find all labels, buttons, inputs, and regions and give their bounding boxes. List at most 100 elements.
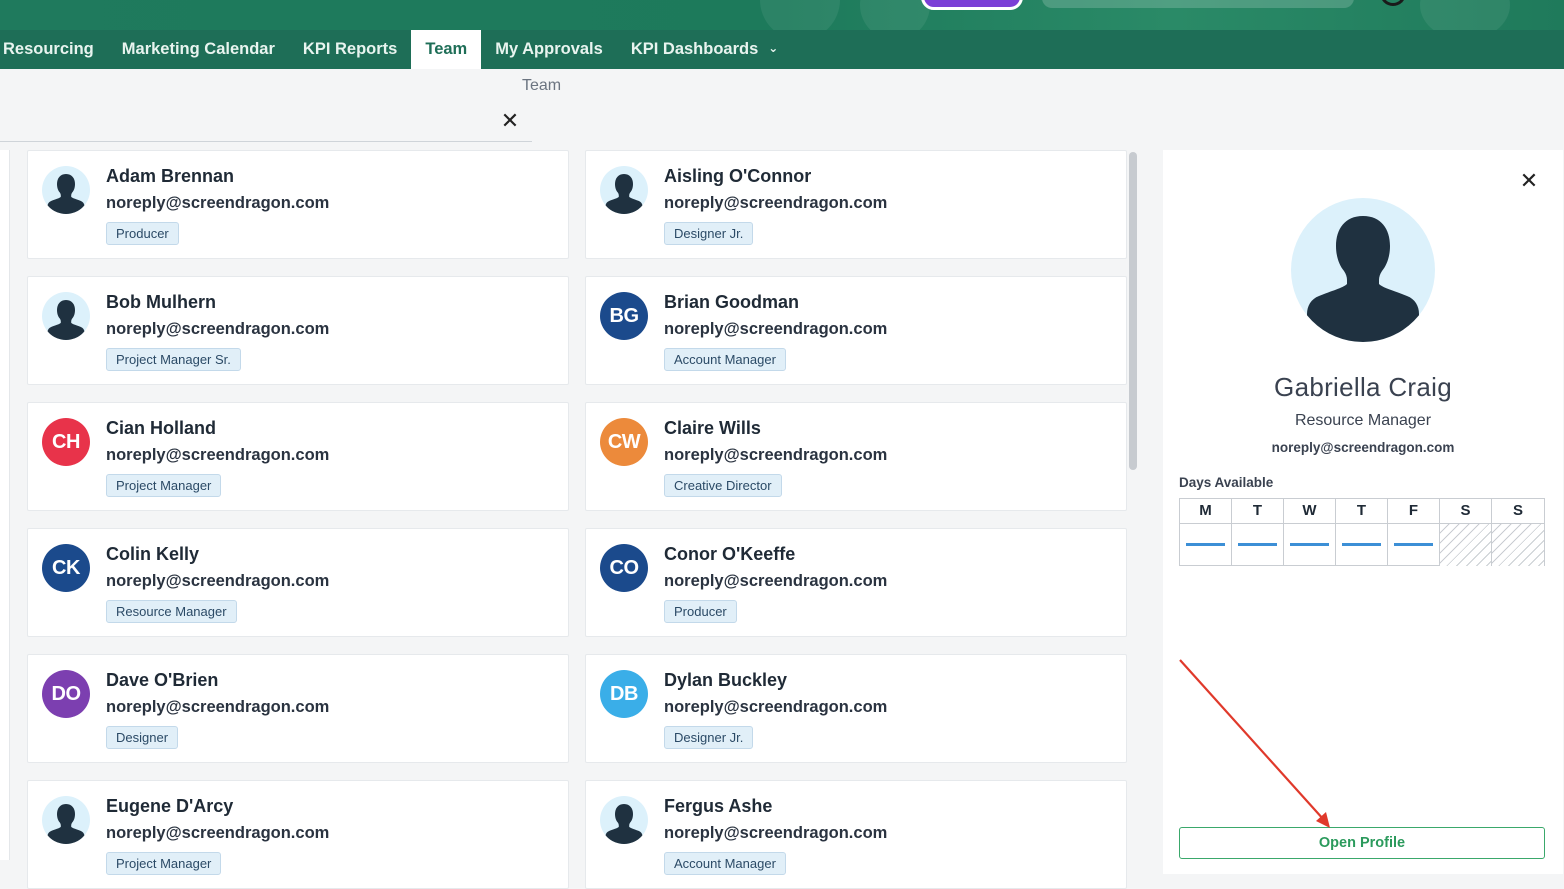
- avatar: CH: [42, 418, 90, 466]
- nav-item-label: Team: [425, 40, 468, 58]
- team-member-card[interactable]: BG Brian Goodman noreply@screendragon.com A…: [585, 276, 1127, 385]
- decor-bubble: [860, 0, 930, 30]
- member-email: noreply@screendragon.com: [106, 446, 330, 464]
- close-icon[interactable]: ✕: [499, 110, 521, 132]
- team-member-card[interactable]: DB Dylan Buckley noreply@screendragon.com D…: [585, 654, 1127, 763]
- team-member-card[interactable]: Bob Mulhern noreply@screendragon.com Proje…: [27, 276, 569, 385]
- team-member-card[interactable]: Eugene D'Arcy noreply@screendragon.com Pro…: [27, 780, 569, 889]
- nav-item-label: My Approvals: [495, 40, 603, 58]
- avatar: [600, 166, 648, 214]
- day-cell-available: [1232, 524, 1284, 566]
- team-member-card[interactable]: Aisling O'Connor noreply@screendragon.com…: [585, 150, 1127, 259]
- member-name: Eugene D'Arcy: [106, 796, 234, 816]
- days-available-label: Days Available: [1179, 475, 1274, 490]
- avatar: [42, 166, 90, 214]
- avatar: [600, 796, 648, 844]
- profile-panel: ✕ Gabriella Craig Resource Manager norep…: [1163, 150, 1563, 874]
- team-member-card[interactable]: CK Colin Kelly noreply@screendragon.com Res…: [27, 528, 569, 637]
- avatar: CW: [600, 418, 648, 466]
- person-silhouette-icon: [1307, 216, 1419, 342]
- team-member-card[interactable]: CH Cian Holland noreply@screendragon.com Pr…: [27, 402, 569, 511]
- member-name: Conor O'Keeffe: [664, 544, 796, 564]
- role-badge: Designer: [106, 726, 179, 749]
- avatar: DB: [600, 670, 648, 718]
- availability-bar: [1290, 543, 1329, 546]
- member-email: noreply@screendragon.com: [664, 572, 888, 590]
- decor-bubble: [760, 0, 840, 30]
- role-badge: Producer: [106, 222, 179, 245]
- global-search-input[interactable]: [1042, 0, 1354, 8]
- filter-input[interactable]: [0, 141, 532, 142]
- member-name: Dylan Buckley: [664, 670, 788, 690]
- member-email: noreply@screendragon.com: [106, 698, 330, 716]
- role-badge: Designer Jr.: [664, 726, 754, 749]
- role-badge: Project Manager: [106, 852, 222, 875]
- nav-item-marketing-calendar[interactable]: Marketing Calendar: [108, 30, 289, 69]
- day-cell-unavailable: [1440, 524, 1492, 566]
- main-nav: Resourcing Marketing Calendar KPI Report…: [0, 30, 1564, 69]
- avatar: BG: [600, 292, 648, 340]
- role-badge: Producer: [664, 600, 737, 623]
- member-email: noreply@screendragon.com: [664, 698, 888, 716]
- day-cell-available: [1336, 524, 1388, 566]
- nav-item-my-approvals[interactable]: My Approvals: [481, 30, 617, 69]
- avatar: [42, 292, 90, 340]
- day-header: W: [1284, 499, 1336, 524]
- nav-item-kpi-dashboards[interactable]: KPI Dashboards ⌄: [617, 30, 793, 69]
- role-badge: Account Manager: [664, 348, 786, 371]
- day-header: S: [1440, 499, 1492, 524]
- day-cell-available: [1284, 524, 1336, 566]
- day-header: F: [1388, 499, 1440, 524]
- days-available-grid: MTWTFSS: [1179, 498, 1545, 566]
- profile-avatar: [1291, 198, 1435, 342]
- member-name: Adam Brennan: [106, 166, 235, 186]
- avatar: [42, 796, 90, 844]
- member-email: noreply@screendragon.com: [106, 824, 330, 842]
- nav-item-resourcing[interactable]: Resourcing: [0, 30, 108, 69]
- member-name: Aisling O'Connor: [664, 166, 812, 186]
- header-action-button[interactable]: [921, 0, 1023, 10]
- breadcrumb: Team: [522, 77, 562, 94]
- day-cell-available: [1180, 524, 1232, 566]
- nav-item-kpi-reports[interactable]: KPI Reports: [289, 30, 411, 69]
- day-header: T: [1232, 499, 1284, 524]
- nav-item-team[interactable]: Team: [411, 30, 482, 69]
- team-member-card[interactable]: CW Claire Wills noreply@screendragon.com Cr…: [585, 402, 1127, 511]
- day-header: T: [1336, 499, 1388, 524]
- role-badge: Designer Jr.: [664, 222, 754, 245]
- decor-bubble: [1420, 0, 1510, 30]
- person-silhouette-icon: [605, 174, 643, 214]
- availability-bar: [1342, 543, 1381, 546]
- role-badge: Resource Manager: [106, 600, 237, 623]
- day-header: M: [1180, 499, 1232, 524]
- nav-item-label: KPI Dashboards: [630, 40, 759, 58]
- availability-bar: [1186, 543, 1225, 546]
- member-email: noreply@screendragon.com: [664, 194, 888, 212]
- member-name: Dave O'Brien: [106, 670, 219, 690]
- day-cell-available: [1388, 524, 1440, 566]
- person-silhouette-icon: [605, 804, 643, 844]
- person-silhouette-icon: [47, 804, 85, 844]
- person-silhouette-icon: [47, 174, 85, 214]
- team-member-card[interactable]: Fergus Ashe noreply@screendragon.com Accou…: [585, 780, 1127, 889]
- member-email: noreply@screendragon.com: [664, 446, 888, 464]
- list-scrollbar[interactable]: [1129, 152, 1137, 470]
- member-name: Fergus Ashe: [664, 796, 773, 816]
- member-name: Bob Mulhern: [106, 292, 216, 312]
- team-member-card[interactable]: CO Conor O'Keeffe noreply@screendragon.com…: [585, 528, 1127, 637]
- member-email: noreply@screendragon.com: [106, 194, 330, 212]
- nav-item-label: Resourcing: [3, 40, 94, 58]
- left-sidebar-edge: [0, 150, 10, 860]
- close-icon[interactable]: ✕: [1518, 170, 1540, 192]
- member-email: noreply@screendragon.com: [664, 320, 888, 338]
- day-header: S: [1492, 499, 1544, 524]
- role-badge: Project Manager Sr.: [106, 348, 241, 371]
- member-name: Colin Kelly: [106, 544, 200, 564]
- member-name: Brian Goodman: [664, 292, 800, 312]
- user-avatar[interactable]: [1380, 0, 1406, 6]
- member-name: Cian Holland: [106, 418, 217, 438]
- team-member-card[interactable]: Adam Brennan noreply@screendragon.com Prod…: [27, 150, 569, 259]
- open-profile-button[interactable]: Open Profile: [1179, 827, 1545, 859]
- team-member-card[interactable]: DO Dave O'Brien noreply@screendragon.com De…: [27, 654, 569, 763]
- availability-bar: [1394, 543, 1433, 546]
